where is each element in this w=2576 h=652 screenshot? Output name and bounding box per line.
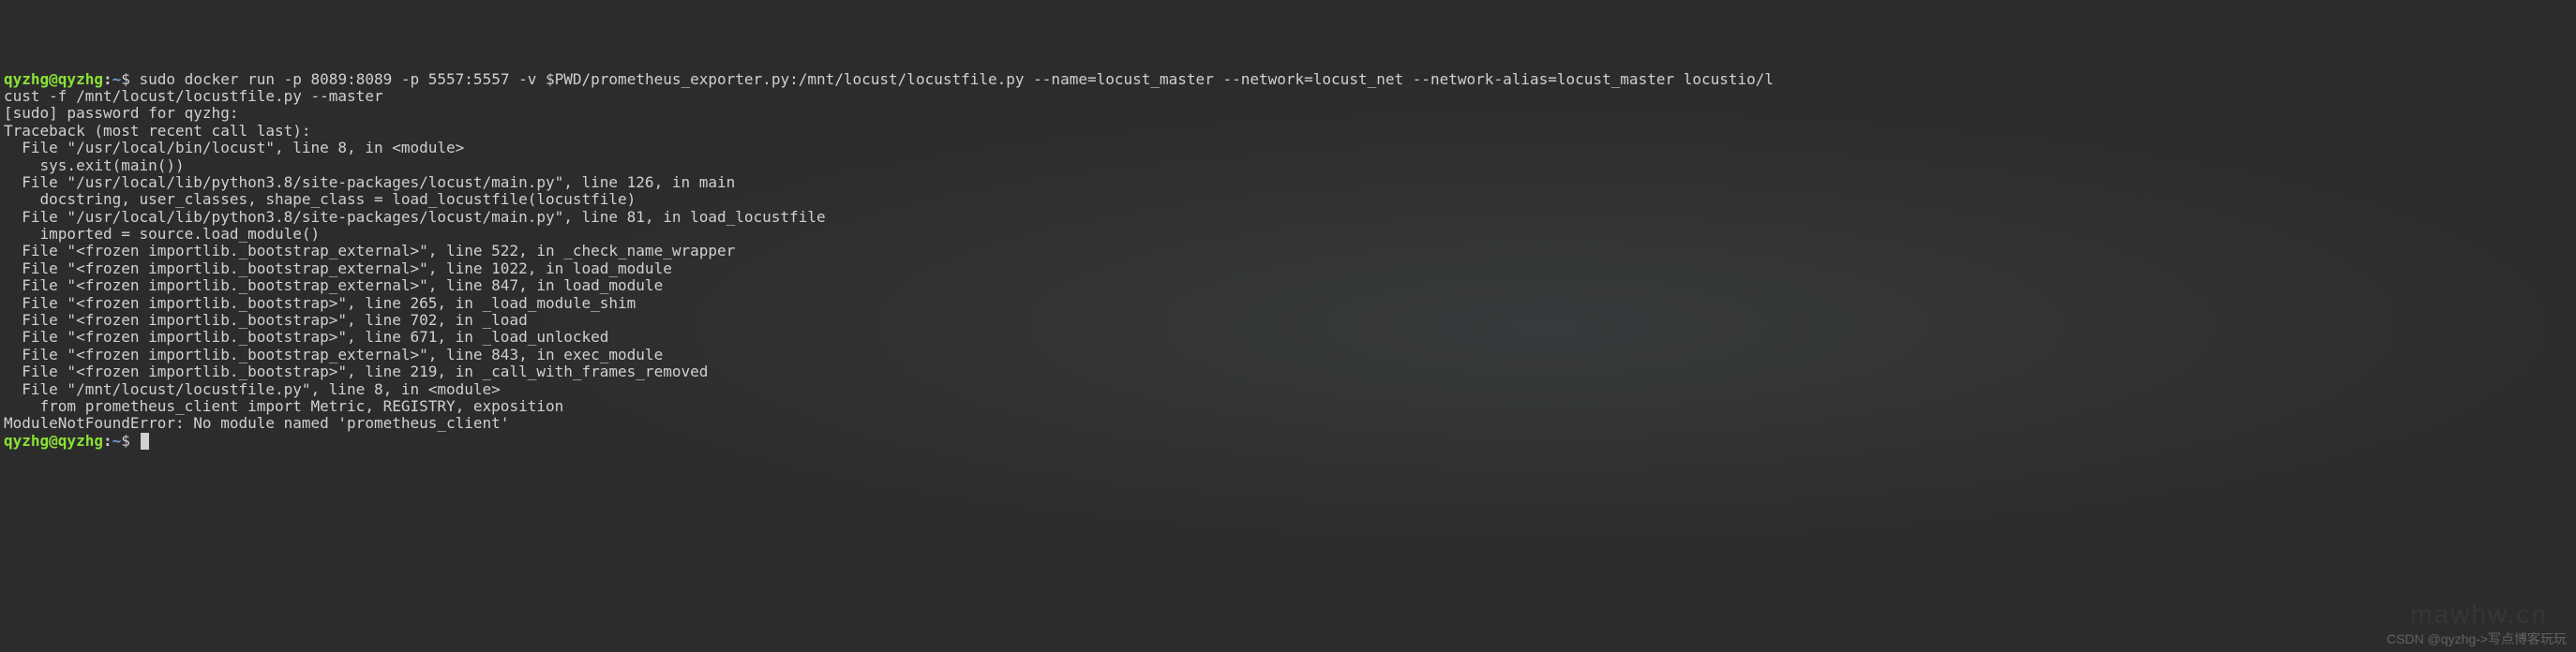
output-line: File "<frozen importlib._bootstrap>", li… [4, 363, 2572, 380]
output-line: ModuleNotFoundError: No module named 'pr… [4, 415, 2572, 432]
watermark-background: mawhw.cn [2410, 600, 2548, 630]
prompt-path: ~ [112, 432, 122, 450]
output-line: File "<frozen importlib._bootstrap>", li… [4, 295, 2572, 312]
output-line: Traceback (most recent call last): [4, 123, 2572, 140]
output-line: File "<frozen importlib._bootstrap_exter… [4, 347, 2572, 363]
output-line: File "/usr/local/lib/python3.8/site-pack… [4, 209, 2572, 226]
output-line: imported = source.load_module() [4, 226, 2572, 243]
output-line: [sudo] password for qyzhg: [4, 105, 2572, 122]
command-line-1[interactable]: qyzhg@qyzhg:~$ sudo docker run -p 8089:8… [4, 71, 2572, 88]
output-line: sys.exit(main()) [4, 157, 2572, 174]
prompt-user: qyzhg@qyzhg [4, 432, 103, 450]
prompt-user: qyzhg@qyzhg [4, 70, 103, 88]
prompt-line-2[interactable]: qyzhg@qyzhg:~$ [4, 433, 2572, 450]
output-line: docstring, user_classes, shape_class = l… [4, 191, 2572, 208]
output-line: File "/mnt/locust/locustfile.py", line 8… [4, 381, 2572, 398]
output-line: File "/usr/local/lib/python3.8/site-pack… [4, 174, 2572, 191]
output-line: File "<frozen importlib._bootstrap_exter… [4, 243, 2572, 259]
prompt-sep: : [103, 70, 112, 88]
command-text-2: cust -f /mnt/locust/locustfile.py --mast… [4, 88, 2572, 105]
prompt-dollar: $ [121, 70, 139, 88]
cursor-icon [141, 433, 149, 450]
output-line: from prometheus_client import Metric, RE… [4, 398, 2572, 415]
output-line: File "/usr/local/bin/locust", line 8, in… [4, 140, 2572, 156]
prompt-path: ~ [112, 70, 122, 88]
prompt-dollar: $ [121, 432, 139, 450]
command-text-1: sudo docker run -p 8089:8089 -p 5557:555… [140, 70, 1775, 88]
output-line: File "<frozen importlib._bootstrap>", li… [4, 312, 2572, 329]
output-line: File "<frozen importlib._bootstrap_exter… [4, 260, 2572, 277]
output-line: File "<frozen importlib._bootstrap>", li… [4, 329, 2572, 346]
output-line: File "<frozen importlib._bootstrap_exter… [4, 277, 2572, 294]
prompt-sep: : [103, 432, 112, 450]
watermark-text: CSDN @qyzhg->写点博客玩玩 [2387, 631, 2567, 646]
